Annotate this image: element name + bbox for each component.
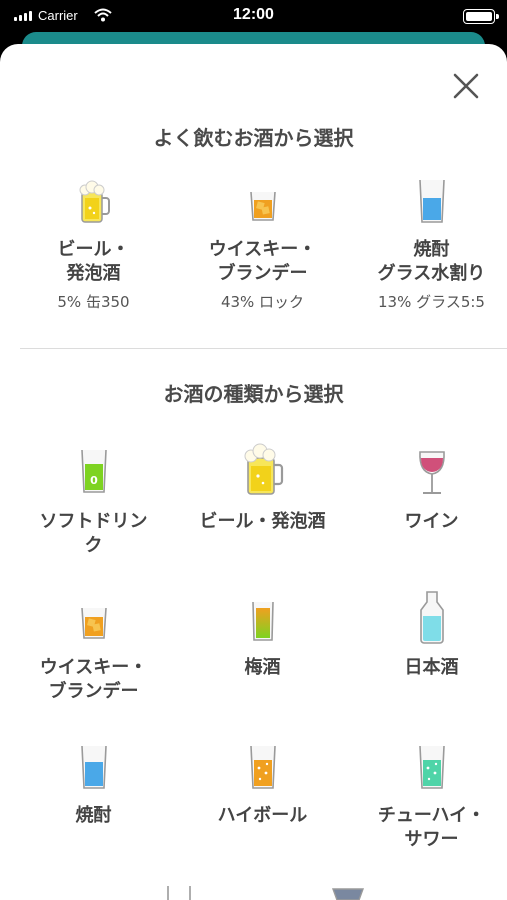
battery-icon bbox=[463, 9, 499, 24]
whisky-glass-icon bbox=[9, 606, 178, 640]
soft-drink-glass-icon: 0 bbox=[9, 448, 178, 494]
status-bar: Carrier 12:00 bbox=[0, 0, 507, 34]
wine-glass-icon bbox=[347, 450, 507, 496]
sake-bottle-icon bbox=[347, 590, 507, 644]
kind-label: ワイン bbox=[404, 511, 459, 532]
whisky-glass-icon bbox=[178, 190, 347, 222]
umeshu-glass-icon bbox=[178, 600, 347, 642]
kind-item-sake[interactable]: 日本酒 bbox=[347, 590, 507, 720]
drink-select-sheet: よく飲むお酒から選択 ビール・ 発泡酒 5% 缶350 ウイスキー・ ブランデー… bbox=[0, 44, 507, 900]
favorite-item-shochu[interactable]: 焼酎 グラス水割り 13% グラス5:5 bbox=[347, 172, 507, 322]
kind-item-wine[interactable]: ワイン bbox=[347, 436, 507, 566]
favorite-sub: 13% グラス5:5 bbox=[378, 293, 485, 311]
chuhai-glass-icon bbox=[347, 744, 507, 790]
kind-label: チューハイ・ サワー bbox=[377, 805, 486, 850]
kind-item-partial-glass[interactable] bbox=[94, 886, 263, 900]
favorite-label: 焼酎 グラス水割り bbox=[377, 239, 486, 284]
kind-label: ハイボール bbox=[217, 805, 308, 826]
highball-glass-icon bbox=[178, 744, 347, 790]
kind-label: ソフトドリン ク bbox=[39, 511, 148, 556]
kind-label: ウイスキー・ ブランデー bbox=[39, 657, 148, 702]
kind-label: ビール・発泡酒 bbox=[199, 511, 326, 532]
favorite-label: ウイスキー・ ブランデー bbox=[208, 239, 317, 284]
cocktail-glass-icon bbox=[263, 888, 432, 900]
kind-item-umeshu[interactable]: 梅酒 bbox=[178, 590, 347, 720]
favorites-title: よく飲むお酒から選択 bbox=[153, 126, 354, 150]
shochu-glass-icon bbox=[347, 178, 507, 224]
glass-icon bbox=[94, 886, 263, 900]
favorite-label: ビール・ 発泡酒 bbox=[57, 239, 130, 284]
kind-item-chuhai[interactable]: チューハイ・ サワー bbox=[347, 736, 507, 866]
kind-item-partial-cocktail[interactable] bbox=[263, 886, 432, 900]
favorite-item-whisky[interactable]: ウイスキー・ ブランデー 43% ロック bbox=[178, 172, 347, 322]
kinds-title: お酒の種類から選択 bbox=[163, 382, 344, 406]
kind-item-beer[interactable]: ビール・発泡酒 bbox=[178, 436, 347, 566]
beer-mug-icon bbox=[9, 178, 178, 224]
kind-label: 梅酒 bbox=[244, 657, 281, 678]
kind-label: 日本酒 bbox=[404, 657, 459, 678]
favorite-item-beer[interactable]: ビール・ 発泡酒 5% 缶350 bbox=[9, 172, 178, 322]
kind-item-soft-drink[interactable]: 0 ソフトドリン ク bbox=[9, 436, 178, 566]
kind-item-highball[interactable]: ハイボール bbox=[178, 736, 347, 866]
kind-label: 焼酎 bbox=[75, 805, 112, 826]
shochu-glass-icon bbox=[9, 744, 178, 790]
section-divider bbox=[20, 348, 507, 349]
favorite-sub: 43% ロック bbox=[220, 293, 305, 311]
svg-text:0: 0 bbox=[90, 474, 98, 487]
beer-mug-icon bbox=[178, 442, 347, 496]
kind-item-shochu[interactable]: 焼酎 bbox=[9, 736, 178, 866]
kind-item-whisky[interactable]: ウイスキー・ ブランデー bbox=[9, 590, 178, 720]
favorite-sub: 5% 缶350 bbox=[57, 293, 130, 311]
clock: 12:00 bbox=[233, 6, 274, 23]
close-button[interactable] bbox=[448, 68, 484, 104]
close-x-icon bbox=[453, 73, 479, 99]
